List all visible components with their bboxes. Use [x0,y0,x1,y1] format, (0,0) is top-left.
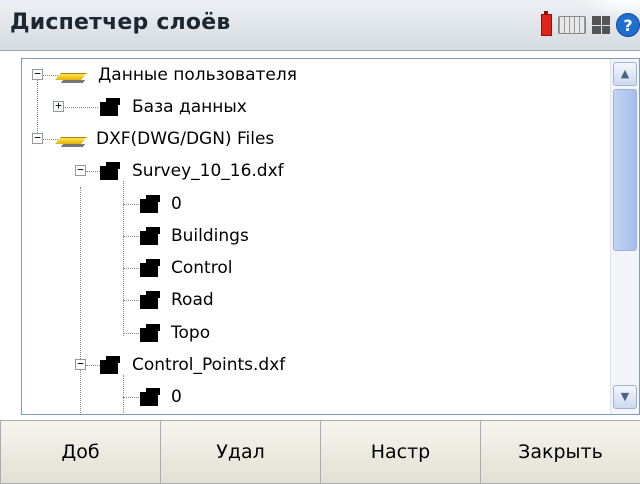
scroll-up-button[interactable]: ▲ [613,62,637,86]
layer-icon [100,98,120,118]
keyboard-icon[interactable] [558,16,586,34]
tree-node-label: Control_Points.dxf [132,355,286,375]
layer-tree: − + − − − Данные пользователя База данны… [22,59,610,414]
add-button[interactable]: Доб [0,420,161,484]
battery-icon[interactable] [541,11,552,36]
tree-node-layer[interactable]: Topo [22,317,610,349]
tree-node-control-file[interactable]: Control_Points.dxf [22,349,610,381]
tree-node-label: DXF(DWG/DGN) Files [96,129,275,149]
tree-node-layer[interactable]: Control [22,252,610,284]
tree-node-label: Buildings [171,226,249,246]
tree-node-label: Topo [171,323,211,343]
tree-node-label: 0 [171,387,182,407]
vertical-scrollbar[interactable]: ▲ ▼ [610,59,639,414]
layer-icon [140,259,160,279]
scroll-down-button[interactable]: ▼ [613,385,637,409]
tree-node-label: Road [171,290,214,310]
bottom-toolbar: Доб Удал Настр Закрыть [0,420,640,484]
tree-node-label: Survey_10_16.dxf [132,161,284,181]
title-bar: Диспетчер слоёв ? [0,0,640,51]
tree-node-label: Control [171,258,233,278]
close-button[interactable]: Закрыть [480,420,640,484]
tree-node-label: База данных [132,97,247,117]
layer-icon [100,356,120,376]
tree-node-label: 0 [171,194,182,214]
scroll-thumb[interactable] [613,89,637,251]
layer-icon [140,388,160,408]
tree-node-layer[interactable]: 0 [22,381,610,413]
layer-icon [140,195,160,215]
layer-group-icon [56,129,88,151]
layer-icon [100,162,120,182]
status-area: ? [541,10,640,40]
layer-icon [140,227,160,247]
delete-button[interactable]: Удал [160,420,321,484]
tree-node-survey-file[interactable]: Survey_10_16.dxf [22,155,610,187]
tree-node-layer[interactable]: Road [22,284,610,316]
layer-icon [140,291,160,311]
settings-button[interactable]: Настр [320,420,481,484]
tree-node-layer[interactable]: Buildings [22,220,610,252]
help-icon[interactable]: ? [616,13,640,37]
layer-icon [140,324,160,344]
tree-node-dxf-files[interactable]: DXF(DWG/DGN) Files [22,123,610,155]
window-title: Диспетчер слоёв [10,10,231,35]
tree-node-label: Данные пользователя [98,65,297,85]
tree-node-user-data[interactable]: Данные пользователя [22,59,610,91]
layer-group-icon [56,65,88,87]
windows-icon[interactable] [592,16,610,34]
tree-node-layer[interactable]: 0 [22,188,610,220]
tree-node-database[interactable]: База данных [22,91,610,123]
layer-tree-panel[interactable]: − + − − − Данные пользователя База данны… [21,58,640,415]
